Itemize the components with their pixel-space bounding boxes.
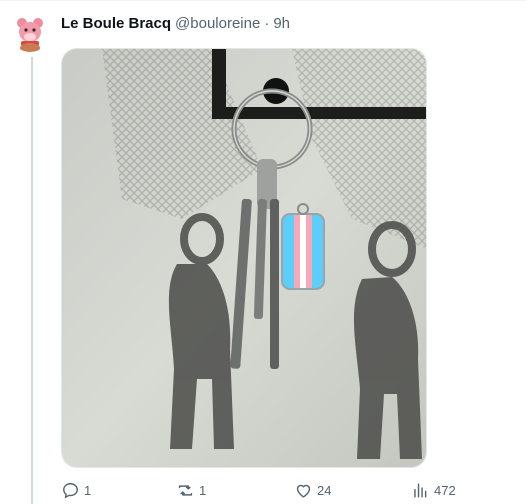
tweet-timestamp[interactable]: 9h (273, 14, 290, 34)
bear-avatar-icon (10, 12, 50, 52)
tweet-actions: 1 1 24 472 (61, 478, 461, 502)
views-button[interactable]: 472 (411, 478, 456, 502)
thread-line (31, 57, 33, 504)
retweet-button[interactable]: 1 (176, 478, 206, 502)
like-count: 24 (317, 482, 332, 498)
author-handle[interactable]: @bouloreine (175, 14, 260, 34)
reply-icon (63, 482, 78, 499)
views-icon (414, 482, 427, 498)
retweet-count: 1 (199, 482, 207, 498)
reply-button[interactable]: 1 (61, 478, 91, 502)
flag-tag (281, 203, 325, 290)
views-count: 472 (434, 482, 456, 498)
header-separator: · (264, 15, 270, 32)
retweet-icon (178, 484, 193, 496)
author-avatar[interactable] (10, 12, 50, 52)
author-display-name[interactable]: Le Boule Bracq (61, 14, 171, 34)
keys-photo (62, 49, 426, 467)
heart-icon (296, 484, 311, 498)
like-button[interactable]: 24 (294, 478, 331, 502)
tweet-photo[interactable] (61, 48, 427, 468)
top-divider (0, 0, 526, 1)
reply-count: 1 (84, 482, 92, 498)
tweet-header: Le Boule Bracq @bouloreine · 9h (61, 14, 290, 34)
